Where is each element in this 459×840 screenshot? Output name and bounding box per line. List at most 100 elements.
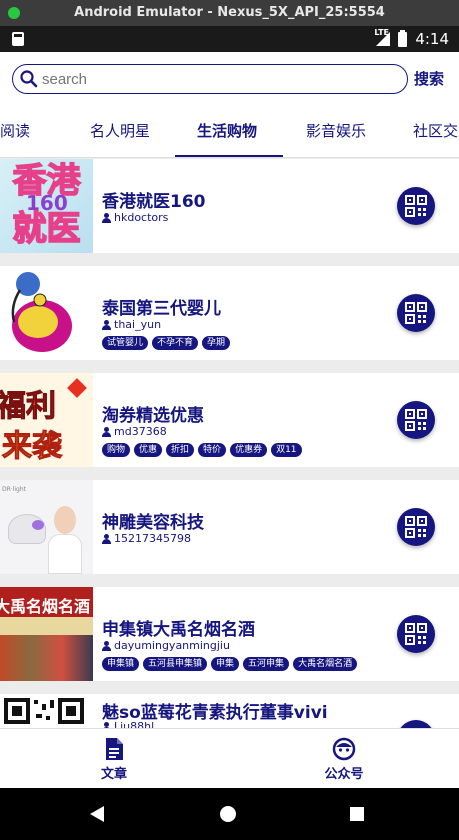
account-id-text: dayumingyanmingjiu xyxy=(114,639,230,652)
home-icon[interactable] xyxy=(220,806,236,822)
account-id: dayumingyanmingjiu xyxy=(102,639,230,652)
light-icon xyxy=(32,520,44,530)
tab-entertainment[interactable]: 影音娱乐 xyxy=(306,104,366,157)
tag[interactable]: 五河申集 xyxy=(243,657,290,671)
account-card[interactable]: DR·light 神雕美容科技 15217345798 xyxy=(0,480,459,574)
shop-sign-image xyxy=(0,617,93,635)
qr-code-image xyxy=(4,698,84,724)
qr-code-button[interactable] xyxy=(397,508,435,546)
account-name: 申集镇大禹名烟名酒 xyxy=(102,620,255,640)
emulator-titlebar: Android Emulator - Nexus_5X_API_25:5554 xyxy=(0,0,459,26)
back-icon[interactable] xyxy=(90,806,104,822)
bottom-navigation: 文章 公众号 xyxy=(0,728,459,788)
search-input[interactable] xyxy=(42,70,382,88)
account-name: 神雕美容科技 xyxy=(102,513,204,533)
tag[interactable]: 优惠券 xyxy=(230,443,268,457)
rocket-icon xyxy=(67,378,87,398)
android-status-bar: LTE 4:14 xyxy=(0,26,459,52)
search-button[interactable]: 搜索 xyxy=(414,68,444,89)
tab-celebrities[interactable]: 名人明星 xyxy=(90,104,150,157)
account-id-text: hkdoctors xyxy=(114,211,169,224)
account-list[interactable]: 香港 160 就医 香港就医160 hkdoctors 泰国第三代婴儿 thai… xyxy=(0,159,459,728)
tag[interactable]: 特价 xyxy=(198,443,227,457)
account-name: 泰国第三代婴儿 xyxy=(102,299,221,319)
nav-label: 文章 xyxy=(100,767,127,782)
window-title: Android Emulator - Nexus_5X_API_25:5554 xyxy=(74,5,385,20)
account-id-text: thai_yun xyxy=(114,318,162,331)
status-clock: 4:14 xyxy=(415,30,449,48)
active-tab-indicator xyxy=(175,155,283,157)
thumbnail-text: 福利 xyxy=(0,389,57,425)
nav-label: 公众号 xyxy=(324,767,364,782)
thumbnail-text: 来袭 xyxy=(2,429,63,465)
thumbnail-brand-text: DR·light xyxy=(2,486,26,493)
face-icon xyxy=(332,737,356,761)
account-card[interactable]: 魅so蓝莓花青素执行董事vivi Liu88hl xyxy=(0,694,459,728)
user-icon xyxy=(102,533,111,544)
category-tabs: 资讯阅读 名人明星 生活购物 影音娱乐 社区交友 xyxy=(0,104,459,158)
account-name: 香港就医160 xyxy=(102,192,206,212)
thumbnail-text: 大禹名烟名酒 xyxy=(0,597,91,616)
account-card[interactable]: 大禹名烟名酒 申集镇大禹名烟名酒 dayumingyanmingjiu 申集镇 … xyxy=(0,587,459,681)
android-navigation-bar xyxy=(0,788,459,840)
account-thumbnail xyxy=(0,266,93,360)
account-card[interactable]: 福利 来袭 淘券精选优惠 md37368 购物 优惠 折扣 特价 优惠券 双11 xyxy=(0,373,459,467)
user-icon xyxy=(102,212,111,223)
account-id: 15217345798 xyxy=(102,532,191,545)
qr-code-button[interactable] xyxy=(397,720,435,728)
account-name: 淘券精选优惠 xyxy=(102,406,204,426)
tag-list: 申集镇 五河县申集镇 申集 五河申集 大禹名烟名酒 xyxy=(102,657,358,671)
tag[interactable]: 五河县申集镇 xyxy=(143,657,208,671)
baby-illustration xyxy=(11,272,72,352)
recent-apps-icon[interactable] xyxy=(350,807,364,821)
account-id-text: Liu88hl xyxy=(114,720,155,728)
nav-official-accounts[interactable]: 公众号 xyxy=(294,737,394,782)
tag[interactable]: 孕期 xyxy=(202,336,231,350)
tag[interactable]: 大禹名烟名酒 xyxy=(293,657,358,671)
tab-life-shopping[interactable]: 生活购物 xyxy=(197,104,257,157)
tag[interactable]: 双11 xyxy=(271,443,302,457)
user-icon xyxy=(102,426,111,437)
signal-icon: LTE xyxy=(374,28,391,46)
window-close-icon[interactable] xyxy=(8,7,20,19)
search-icon xyxy=(16,66,42,92)
tag[interactable]: 申集镇 xyxy=(102,657,140,671)
towel-image xyxy=(48,534,82,574)
network-type-label: LTE xyxy=(374,28,390,37)
qr-code-icon xyxy=(405,516,427,538)
thumbnail-text: 就医 xyxy=(12,209,82,249)
sd-card-icon xyxy=(12,32,24,46)
account-id: Liu88hl xyxy=(102,720,154,728)
account-card[interactable]: 香港 160 就医 香港就医160 hkdoctors xyxy=(0,159,459,253)
tag[interactable]: 折扣 xyxy=(166,443,195,457)
qr-code-button[interactable] xyxy=(397,294,435,332)
tag[interactable]: 不孕不育 xyxy=(152,336,199,350)
account-thumbnail xyxy=(0,694,93,728)
tag-list: 试管婴儿 不孕不育 孕期 xyxy=(102,336,231,350)
tag[interactable]: 优惠 xyxy=(134,443,163,457)
account-card[interactable]: 泰国第三代婴儿 thai_yun 试管婴儿 不孕不育 孕期 xyxy=(0,266,459,360)
account-thumbnail: DR·light xyxy=(0,480,93,574)
account-id: md37368 xyxy=(102,425,167,438)
qr-code-button[interactable] xyxy=(397,401,435,439)
tag[interactable]: 试管婴儿 xyxy=(102,336,149,350)
qr-code-button[interactable] xyxy=(397,615,435,653)
tag[interactable]: 申集 xyxy=(211,657,240,671)
nav-articles[interactable]: 文章 xyxy=(64,737,164,782)
qr-code-icon xyxy=(405,623,427,645)
document-icon xyxy=(106,738,123,760)
qr-code-button[interactable] xyxy=(397,187,435,225)
shop-front-image xyxy=(0,635,93,681)
tag-list: 购物 优惠 折扣 特价 优惠券 双11 xyxy=(102,443,302,457)
tab-news-reading[interactable]: 资讯阅读 xyxy=(0,104,30,157)
account-id-text: md37368 xyxy=(114,425,167,438)
search-box[interactable] xyxy=(12,64,408,94)
account-thumbnail: 大禹名烟名酒 xyxy=(0,587,93,681)
tab-community[interactable]: 社区交友 xyxy=(413,104,459,157)
account-thumbnail: 香港 160 就医 xyxy=(0,159,93,253)
tag[interactable]: 购物 xyxy=(102,443,131,457)
qr-code-icon xyxy=(405,409,427,431)
qr-code-icon xyxy=(405,195,427,217)
account-id: thai_yun xyxy=(102,318,161,331)
face-image xyxy=(54,506,76,534)
